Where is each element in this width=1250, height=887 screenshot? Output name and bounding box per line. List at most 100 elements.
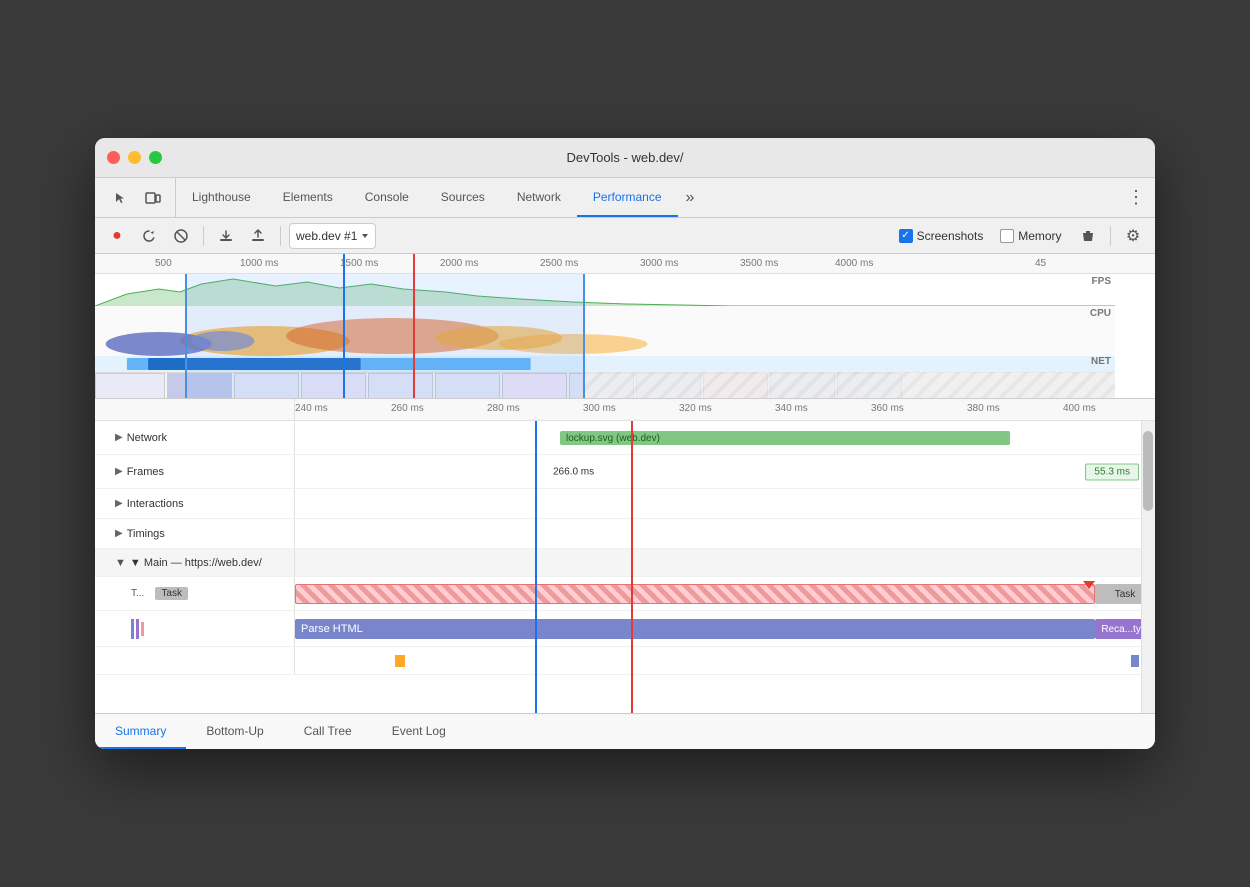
overview-blue-line: [343, 254, 345, 398]
frames-expand-arrow[interactable]: ▶: [115, 466, 123, 477]
devtools-toolbar: ● web.dev #: [95, 218, 1155, 254]
ruler-tick-2500: 2500 ms: [540, 258, 578, 269]
tab-lighthouse[interactable]: Lighthouse: [176, 178, 267, 217]
toolbar-divider-2: [280, 226, 281, 246]
devtools-tabs-bar: Lighthouse Elements Console Sources Netw…: [95, 178, 1155, 218]
detail-ruler: 240 ms 260 ms 280 ms 300 ms 320 ms 340 m…: [95, 399, 1155, 421]
task-row-label: T... Task: [95, 577, 295, 610]
interactions-expand-arrow[interactable]: ▶: [115, 498, 123, 509]
main-collapse-arrow[interactable]: ▼: [115, 557, 126, 569]
timeline-overview[interactable]: 500 1000 ms 1500 ms 2000 ms 2500 ms 3000…: [95, 254, 1155, 399]
detail-tick-280: 280 ms: [487, 403, 520, 414]
task-prefix: T...: [131, 588, 144, 599]
ruler-tick-45: 45: [1035, 258, 1046, 269]
parse-html-label: Parse HTML: [301, 623, 363, 635]
settings-button[interactable]: ⚙: [1119, 222, 1147, 250]
parse-html-content: Parse HTML Reca...tyle: [295, 611, 1155, 646]
memory-checkbox-label[interactable]: Memory: [1000, 229, 1061, 243]
task-bar-right-label: Task: [1115, 589, 1136, 600]
interactions-track-row: ▶ Interactions: [95, 489, 1155, 519]
import-button[interactable]: [212, 222, 240, 250]
yellow-bar: [395, 655, 405, 667]
frames-track-content: 266.0 ms 55.3 ms: [295, 455, 1155, 488]
interactions-track-content: [295, 489, 1155, 518]
main-thread-title: ▼ Main — https://web.dev/: [130, 557, 262, 569]
tab-console[interactable]: Console: [349, 178, 425, 217]
detail-tick-400: 400 ms: [1063, 403, 1096, 414]
network-track-label[interactable]: ▶ Network: [95, 421, 295, 454]
record-button[interactable]: ●: [103, 222, 131, 250]
timings-label-text: Timings: [127, 528, 165, 540]
traffic-lights: [107, 151, 162, 164]
detail-tick-320: 320 ms: [679, 403, 712, 414]
memory-checkbox[interactable]: [1000, 229, 1014, 243]
ruler-tick-3500: 3500 ms: [740, 258, 778, 269]
ruler-tick-3000: 3000 ms: [640, 258, 678, 269]
tab-elements[interactable]: Elements: [267, 178, 349, 217]
tab-event-log[interactable]: Event Log: [372, 714, 466, 749]
maximize-button[interactable]: [149, 151, 162, 164]
timings-expand-arrow[interactable]: ▶: [115, 528, 123, 539]
main-thread-label[interactable]: ▼ ▼ Main — https://web.dev/: [95, 549, 295, 576]
url-value: web.dev #1: [296, 229, 357, 243]
network-expand-arrow[interactable]: ▶: [115, 432, 123, 443]
clear-recording-button[interactable]: [1074, 222, 1102, 250]
sidebar-color-bars: [131, 619, 144, 639]
frames-time: 266.0 ms: [553, 466, 594, 477]
screenshots-label: Screenshots: [917, 229, 984, 243]
overview-ruler: 500 1000 ms 1500 ms 2000 ms 2500 ms 3000…: [95, 254, 1155, 274]
tab-network[interactable]: Network: [501, 178, 577, 217]
close-button[interactable]: [107, 151, 120, 164]
url-selector[interactable]: web.dev #1: [289, 223, 376, 249]
tab-sources[interactable]: Sources: [425, 178, 501, 217]
color-bar-1: [131, 619, 134, 639]
minimize-button[interactable]: [128, 151, 141, 164]
detail-tick-380: 380 ms: [967, 403, 1000, 414]
clear-button[interactable]: [167, 222, 195, 250]
color-bar-2: [136, 619, 139, 639]
tab-performance[interactable]: Performance: [577, 178, 678, 217]
detail-tick-360: 360 ms: [871, 403, 904, 414]
frames-track-label[interactable]: ▶ Frames: [95, 455, 295, 488]
screenshots-checkbox[interactable]: ✓: [899, 229, 913, 243]
long-task-bar: [295, 584, 1095, 604]
tab-icon-group: [99, 178, 176, 217]
color-bar-3: [141, 622, 144, 636]
frames-label-text: Frames: [127, 466, 164, 478]
screenshot-1: [95, 373, 165, 399]
tab-call-tree[interactable]: Call Tree: [284, 714, 372, 749]
detail-area: 240 ms 260 ms 280 ms 300 ms 320 ms 340 m…: [95, 399, 1155, 749]
detail-tick-240: 240 ms: [295, 403, 328, 414]
extra-row-content: [295, 647, 1155, 674]
vertical-scrollbar[interactable]: [1141, 421, 1155, 713]
timings-track-content: [295, 519, 1155, 548]
cursor-icon[interactable]: [107, 184, 135, 212]
ruler-tick-2000: 2000 ms: [440, 258, 478, 269]
device-toggle-icon[interactable]: [139, 184, 167, 212]
screenshots-checkbox-label[interactable]: ✓ Screenshots: [899, 229, 984, 243]
toolbar-divider-3: [1110, 226, 1111, 246]
blue-bar-right: [1131, 655, 1139, 667]
export-button[interactable]: [244, 222, 272, 250]
tab-summary[interactable]: Summary: [95, 714, 186, 749]
selection-region[interactable]: [185, 274, 585, 398]
window-title: DevTools - web.dev/: [566, 150, 683, 165]
cpu-label: CPU: [1090, 308, 1111, 319]
tab-bottom-up[interactable]: Bottom-Up: [186, 714, 283, 749]
parse-html-bar: Parse HTML: [295, 619, 1095, 639]
scrollbar-thumb[interactable]: [1143, 431, 1153, 511]
timings-track-label[interactable]: ▶ Timings: [95, 519, 295, 548]
tracks-container: ▶ Network lockup.svg (web.dev) ▶ Frames …: [95, 421, 1155, 713]
tabs-list: Lighthouse Elements Console Sources Netw…: [176, 178, 1117, 217]
net-label: NET: [1091, 356, 1111, 367]
extra-row: [95, 647, 1155, 675]
interactions-track-label[interactable]: ▶ Interactions: [95, 489, 295, 518]
reload-button[interactable]: [135, 222, 163, 250]
network-bar: lockup.svg (web.dev): [560, 431, 1010, 445]
interactions-label-text: Interactions: [127, 498, 184, 510]
long-task-marker: [1083, 581, 1095, 589]
more-options-icon[interactable]: ⋮: [1117, 178, 1155, 217]
detail-tick-260: 260 ms: [391, 403, 424, 414]
frames-highlight: 55.3 ms: [1085, 463, 1139, 480]
tab-overflow-button[interactable]: »: [678, 178, 703, 217]
